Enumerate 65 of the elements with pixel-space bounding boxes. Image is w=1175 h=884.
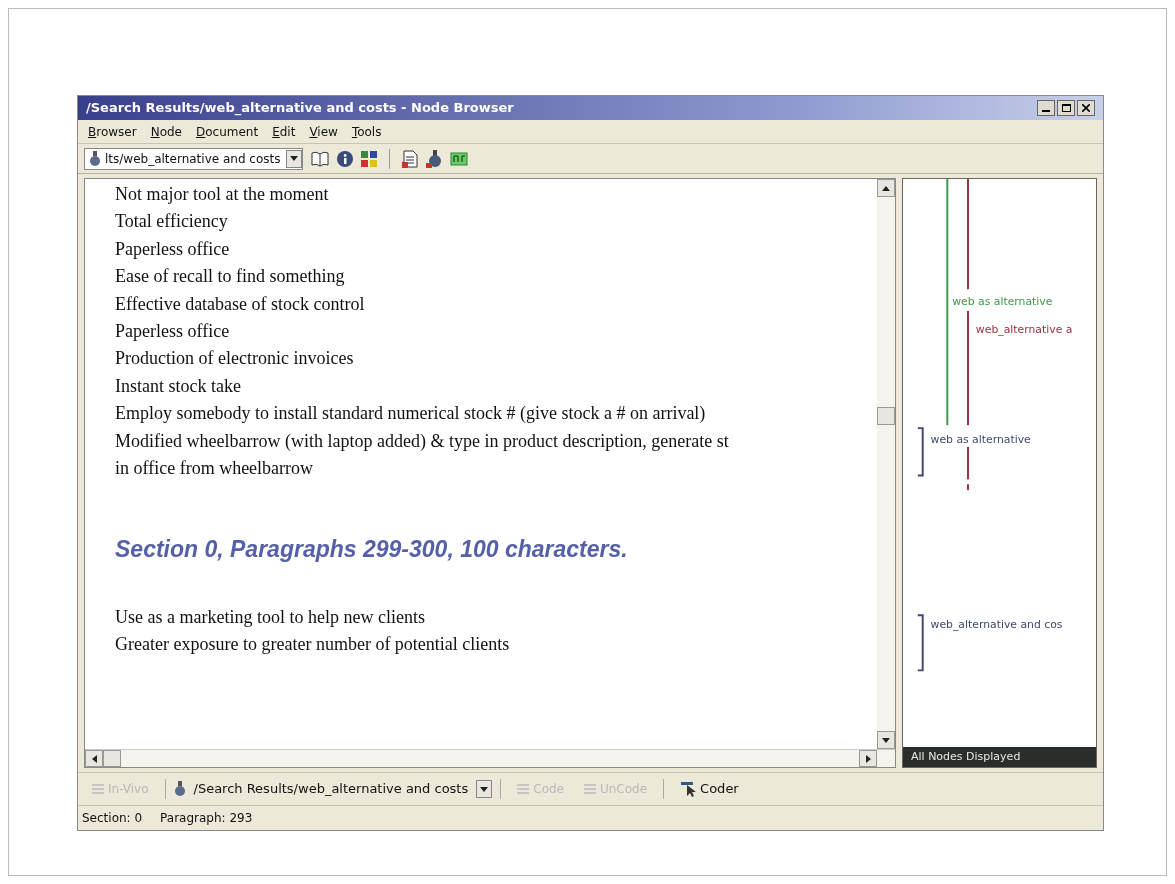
- status-section: Section: 0: [82, 809, 143, 827]
- flask-icon: [173, 781, 186, 797]
- menu-item[interactable]: Edit: [272, 122, 296, 141]
- window-title: /Search Results/web_alternative and costs - Node Browser: [86, 99, 514, 118]
- scroll-right-button[interactable]: [859, 750, 877, 767]
- lines-icon: [584, 784, 596, 794]
- menu-item[interactable]: Node: [150, 122, 182, 141]
- scroll-down-button[interactable]: [877, 731, 895, 749]
- scroll-up-button[interactable]: [877, 179, 895, 197]
- document-line: Not major tool at the moment: [115, 183, 330, 206]
- menu-item[interactable]: View: [309, 122, 338, 141]
- stripes-footer: All Nodes Displayed: [903, 747, 1096, 767]
- minimize-icon: [1042, 110, 1050, 112]
- maximize-icon: [1061, 104, 1071, 112]
- cursor-icon: [680, 781, 697, 797]
- document-line: Employ somebody to install standard numerical stock # (give stock a # on arrival): [115, 402, 707, 426]
- document-line: Effective database of stock control: [115, 292, 366, 316]
- close-icon: [1082, 104, 1090, 112]
- stripe-label[interactable]: web_alternative and cos: [930, 618, 1063, 631]
- caret-icon: [480, 786, 489, 792]
- node-combo[interactable]: lts/web_alternative and costs: [84, 147, 304, 170]
- close-button[interactable]: [1077, 100, 1095, 116]
- document-line: Modified wheelbarrow (with laptop added) & type in product description, generate st: [115, 429, 730, 453]
- right-arrow-icon: [865, 754, 871, 763]
- status-paragraph: Paragraph: 293: [160, 810, 253, 827]
- scroll-thumb[interactable]: [103, 750, 121, 767]
- node-combo[interactable]: /Search Results/web_alternative and costs: [189, 779, 473, 799]
- maximize-button[interactable]: [1057, 100, 1075, 116]
- lines-icon: [517, 784, 530, 794]
- menu-item[interactable]: Document: [195, 122, 259, 141]
- document-line: Instant stock take: [115, 374, 242, 398]
- dropdown-button[interactable]: [286, 149, 303, 168]
- flask-icon[interactable]: [426, 149, 443, 168]
- document-line: Use as a marketing tool to help new clients: [115, 605, 426, 629]
- stripe-label[interactable]: web as alternative: [930, 432, 1031, 446]
- document-line: in office from wheelbarrow: [115, 457, 315, 481]
- document-line: Greater exposure to greater number of potential clients: [115, 633, 511, 657]
- book-icon[interactable]: [311, 150, 330, 167]
- info-icon[interactable]: [337, 150, 354, 167]
- stripe-label[interactable]: web_alternative a: [975, 322, 1073, 336]
- left-arrow-icon: [91, 754, 97, 763]
- document-line: Ease of recall to find something: [115, 265, 346, 289]
- database-icon[interactable]: [450, 151, 469, 166]
- scroll-thumb[interactable]: [877, 407, 895, 425]
- menu-item[interactable]: Tools: [351, 122, 382, 141]
- section-heading: Section 0, Paragraphs 299-300, 100 characters.: [115, 536, 629, 564]
- caret-icon: [290, 156, 299, 161]
- document-line: Paperless office: [115, 237, 231, 261]
- color-grid-icon[interactable]: [361, 150, 378, 167]
- down-arrow-icon: [882, 737, 890, 743]
- up-arrow-icon: [882, 185, 890, 191]
- document-icon[interactable]: [402, 149, 419, 168]
- document-line: Total efficiency: [115, 210, 229, 234]
- coder-button[interactable]: Coder: [672, 777, 747, 801]
- stripe-label[interactable]: web as alternative: [952, 295, 1053, 309]
- minimize-button[interactable]: [1037, 100, 1055, 116]
- lines-icon: [92, 784, 104, 794]
- document-line: Production of electronic invoices: [115, 347, 355, 371]
- vertical-scrollbar[interactable]: [877, 179, 895, 749]
- horizontal-scrollbar[interactable]: [85, 749, 895, 767]
- flask-icon: [89, 150, 101, 167]
- menu-item[interactable]: Browser: [88, 122, 137, 141]
- document-line: Paperless office: [115, 320, 231, 344]
- dropdown-button[interactable]: [476, 780, 493, 798]
- scroll-left-button[interactable]: [85, 750, 103, 767]
